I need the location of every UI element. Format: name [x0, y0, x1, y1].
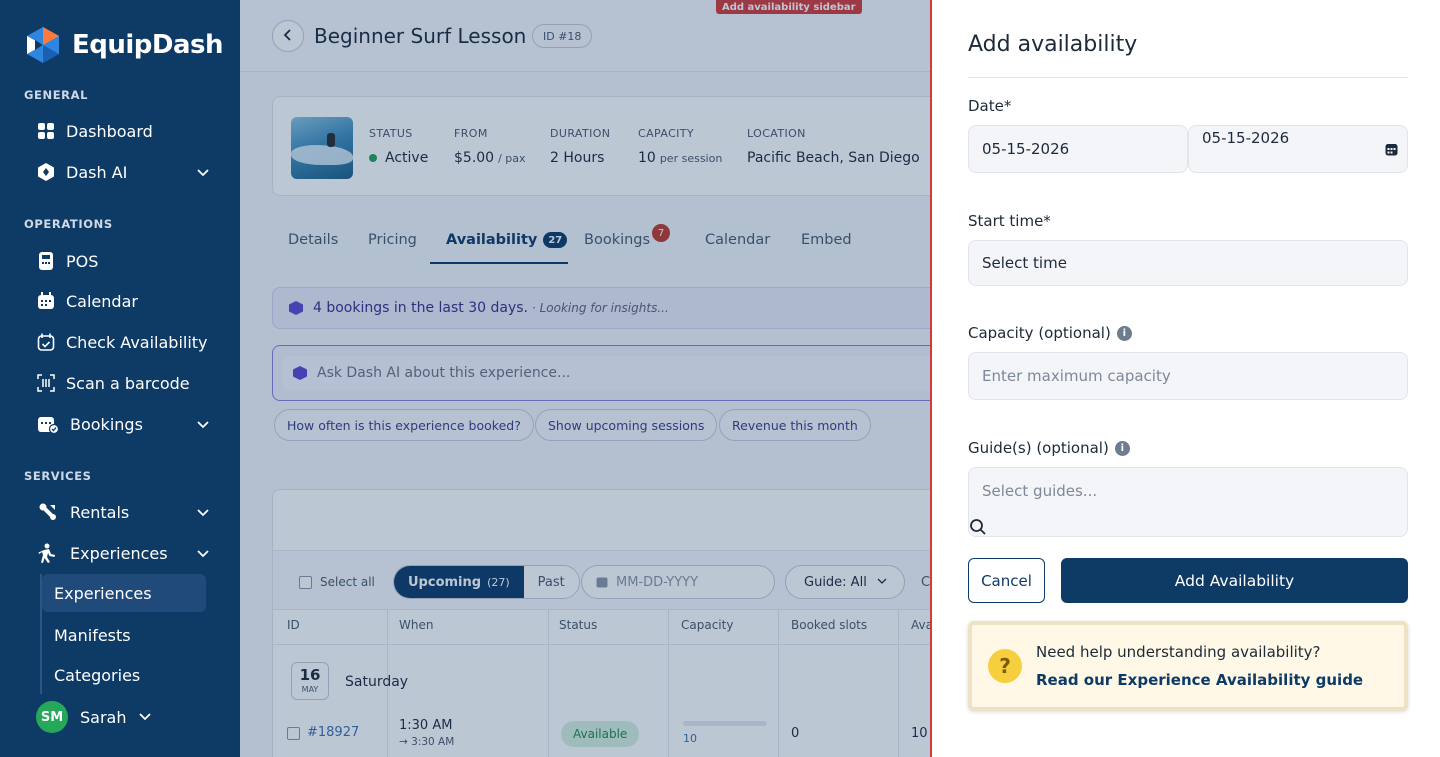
- section-label-services: SERVICES: [24, 469, 92, 483]
- calendar-icon: [36, 291, 56, 311]
- hexagon-icon: [36, 162, 56, 182]
- sidebar-item-rentals[interactable]: Rentals: [36, 495, 216, 529]
- date-label: Date*: [968, 97, 1012, 115]
- sidebar-item-dash-ai[interactable]: Dash AI: [36, 155, 216, 189]
- info-icon[interactable]: i: [1114, 440, 1130, 456]
- sidebar-item-pos[interactable]: POS: [36, 244, 216, 278]
- experiences-icon: [36, 543, 60, 563]
- sidebar-item-label: Calendar: [66, 291, 138, 311]
- equipdash-logo-icon: [24, 26, 62, 64]
- barcode-icon: [36, 373, 56, 393]
- sidebar-item-label: POS: [66, 251, 99, 271]
- sidebar-subitem-categories[interactable]: Categories: [42, 656, 206, 694]
- end-date-input[interactable]: 05-15-2026: [1188, 125, 1408, 173]
- calendar-check-icon: [36, 332, 56, 352]
- help-callout: ? Need help understanding availability? …: [968, 621, 1408, 711]
- sidebar: EquipDash GENERAL Dashboard Dash AI OPER…: [0, 0, 240, 757]
- help-guide-link[interactable]: Read our Experience Availability guide: [1036, 671, 1363, 689]
- section-label-general: GENERAL: [24, 88, 89, 102]
- modal-backdrop[interactable]: [240, 0, 932, 757]
- guides-select[interactable]: Select guides...: [968, 467, 1408, 537]
- sidebar-item-check-availability[interactable]: Check Availability: [36, 325, 216, 359]
- sidebar-item-label: Dash AI: [66, 162, 128, 182]
- start-date-input[interactable]: 05-15-2026: [968, 125, 1188, 173]
- chevron-down-icon[interactable]: [196, 416, 210, 435]
- chevron-down-icon[interactable]: [196, 164, 210, 183]
- sidebar-item-label: Scan a barcode: [66, 373, 190, 393]
- sidebar-subitem-manifests[interactable]: Manifests: [42, 616, 206, 654]
- chevron-down-icon[interactable]: [196, 545, 210, 564]
- rentals-icon: [36, 502, 60, 522]
- pos-terminal-icon: [36, 251, 56, 271]
- sidebar-item-scan-barcode[interactable]: Scan a barcode: [36, 366, 216, 400]
- brand-name: EquipDash: [72, 30, 224, 60]
- capacity-input[interactable]: Enter maximum capacity: [968, 352, 1408, 400]
- sidebar-item-label: Rentals: [70, 502, 130, 522]
- sidebar-subitem-experiences[interactable]: Experiences: [42, 574, 206, 612]
- grid-icon: [36, 121, 56, 141]
- user-menu[interactable]: SM Sarah: [36, 701, 152, 733]
- section-label-operations: OPERATIONS: [24, 217, 113, 231]
- help-question: Need help understanding availability?: [1036, 643, 1321, 661]
- cancel-button[interactable]: Cancel: [968, 558, 1045, 603]
- chevron-down-icon: [138, 708, 152, 727]
- sidebar-item-label: Experiences: [70, 543, 168, 563]
- sidebar-item-bookings[interactable]: Bookings: [36, 407, 216, 441]
- sidebar-item-label: Check Availability: [66, 332, 208, 352]
- sidebar-item-dashboard[interactable]: Dashboard: [36, 114, 216, 148]
- search-icon: [969, 518, 987, 540]
- add-availability-drawer: Add availability Date* 05-15-2026 05-15-…: [932, 0, 1440, 757]
- guides-label: Guide(s) (optional) i: [968, 439, 1130, 457]
- avatar: SM: [36, 701, 68, 733]
- divider: [968, 77, 1408, 78]
- start-time-select[interactable]: Select time: [968, 240, 1408, 286]
- bookings-icon: [36, 414, 60, 434]
- add-availability-button[interactable]: Add Availability: [1061, 558, 1408, 603]
- chevron-down-icon[interactable]: [196, 504, 210, 523]
- user-name: Sarah: [80, 707, 127, 727]
- brand-logo[interactable]: EquipDash: [24, 26, 224, 64]
- sidebar-item-experiences[interactable]: Experiences: [36, 536, 216, 570]
- info-icon[interactable]: i: [1116, 325, 1132, 341]
- question-icon: ?: [988, 649, 1022, 683]
- start-time-label: Start time*: [968, 212, 1051, 230]
- drawer-title: Add availability: [968, 32, 1138, 57]
- sidebar-item-label: Dashboard: [66, 121, 153, 141]
- calendar-icon[interactable]: [1385, 142, 1398, 160]
- sidebar-item-calendar[interactable]: Calendar: [36, 284, 216, 318]
- sidebar-item-label: Bookings: [70, 414, 143, 434]
- capacity-label: Capacity (optional) i: [968, 324, 1132, 342]
